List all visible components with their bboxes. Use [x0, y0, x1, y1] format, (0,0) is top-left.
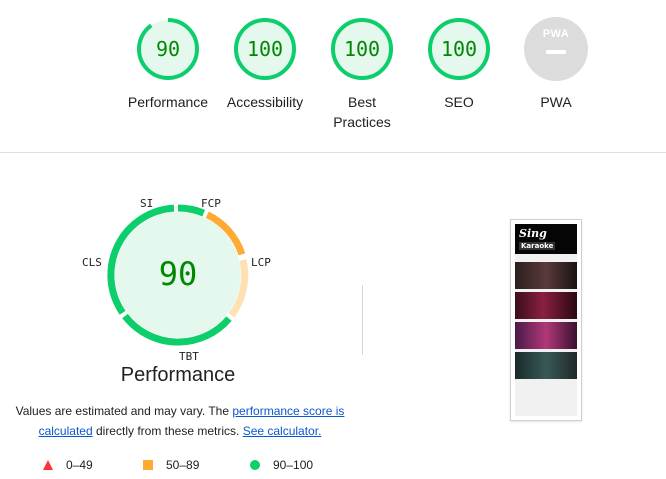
description-text: directly from these metrics.	[92, 424, 243, 438]
performance-description: Values are estimated and may vary. The p…	[10, 401, 350, 441]
performance-title: Performance	[120, 364, 236, 386]
description-text: Values are estimated and may vary. The	[15, 404, 233, 418]
screenshot-logo-karaoke: Karaoke	[519, 242, 556, 250]
metric-label-cls: CLS	[82, 256, 102, 269]
see-calculator-link[interactable]: See calculator.	[243, 424, 322, 438]
score-legend: 0–49 50–89 90–100	[0, 457, 360, 473]
legend-range-pass: 90–100	[273, 458, 314, 472]
average-square-icon	[143, 460, 153, 470]
metric-label-si: SI	[140, 197, 154, 210]
legend-range-fail: 0–49	[66, 458, 93, 472]
metric-label-lcp: LCP	[251, 256, 271, 269]
screenshot-header: Sing Karaoke	[515, 224, 577, 254]
performance-score: 90	[158, 255, 198, 293]
screenshot-logo-sing: Sing	[519, 227, 547, 240]
screenshot-page: Sing Karaoke	[515, 224, 577, 416]
final-screenshot-thumbnail[interactable]: Sing Karaoke	[510, 219, 582, 421]
legend-range-average: 50–89	[166, 458, 200, 472]
pass-circle-icon	[250, 460, 260, 470]
screenshot-tile-4	[515, 352, 577, 379]
metric-label-fcp: FCP	[201, 197, 221, 210]
screenshot-tile-3	[515, 322, 577, 349]
fail-triangle-icon	[43, 460, 53, 470]
screenshot-tile-1	[515, 262, 577, 289]
metric-label-tbt: TBT	[179, 350, 199, 363]
vertical-divider	[362, 285, 363, 355]
screenshot-tile-2	[515, 292, 577, 319]
